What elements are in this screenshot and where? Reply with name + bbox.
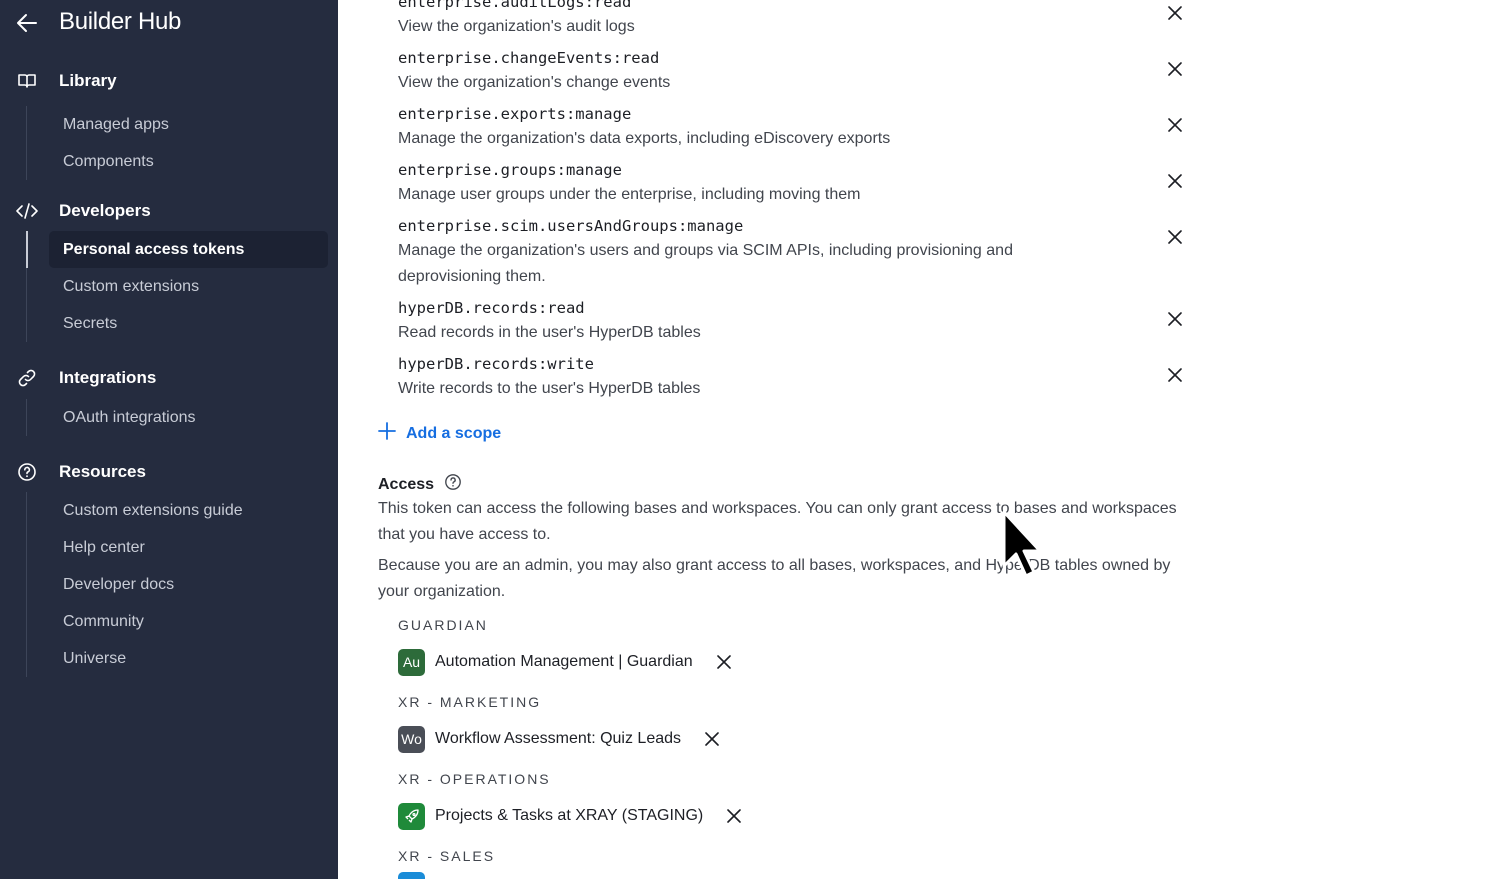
admin-access-note: Because you are an admin, you may also g… [378, 557, 1171, 600]
scope-row: enterprise.scim.usersAndGroups:manage Ma… [398, 214, 1198, 290]
scope-description: Manage the organization's users and grou… [398, 242, 1013, 285]
question-circle-icon[interactable] [444, 473, 462, 496]
sidebar-item-managed-apps[interactable]: Managed apps [27, 106, 338, 143]
scope-row: enterprise.auditLogs:read View the organ… [398, 0, 1198, 40]
base-row: Wo Workflow Assessment: Quiz Leads [398, 725, 721, 753]
scope-row: hyperDB.records:write Write records to t… [398, 352, 1198, 402]
base-name: Projects & Tasks at XRAY (STAGING) [435, 807, 704, 824]
remove-scope-close-icon[interactable] [1165, 309, 1185, 329]
sidebar-item-components[interactable]: Components [27, 143, 338, 180]
base-icon: Wo [398, 725, 425, 753]
workspace-label: XR - SALES [398, 848, 496, 864]
remove-base-close-icon[interactable] [725, 807, 743, 825]
back-arrow-icon[interactable] [14, 10, 40, 36]
scope-row: enterprise.groups:manage Manage user gro… [398, 158, 1198, 208]
main-content: enterprise.auditLogs:read View the organ… [338, 0, 1499, 879]
section-label-library[interactable]: Library [59, 71, 117, 91]
remove-base-close-icon[interactable] [703, 730, 721, 748]
sidebar-item-secrets[interactable]: Secrets [27, 305, 338, 342]
scope-name: hyperDB.records:read [398, 299, 585, 317]
access-heading: Access [378, 473, 462, 496]
scope-row: hyperDB.records:read Read records in the… [398, 296, 1198, 346]
sidebar-item-developer-docs[interactable]: Developer docs [27, 566, 338, 603]
sidebar-item-custom-extensions-guide[interactable]: Custom extensions guide [27, 492, 338, 529]
sidebar-item-oauth-integrations[interactable]: OAuth integrations [27, 399, 338, 436]
sidebar-item-personal-access-tokens[interactable]: Personal access tokens [26, 231, 328, 268]
help-circle-icon [16, 462, 38, 482]
scope-row: enterprise.exports:manage Manage the org… [398, 102, 1198, 152]
remove-scope-close-icon[interactable] [1165, 227, 1185, 247]
add-scope-button[interactable]: Add a scope [378, 422, 501, 445]
remove-scope-close-icon[interactable] [1165, 115, 1185, 135]
sidebar-header: Builder Hub [0, 0, 338, 46]
section-developers: Developers Personal access tokens Custom… [0, 198, 338, 342]
book-icon [16, 71, 38, 91]
workspace-label: XR - MARKETING [398, 694, 542, 710]
section-resources: Resources Custom extensions guide Help c… [0, 459, 338, 677]
remove-scope-close-icon[interactable] [1165, 171, 1185, 191]
sidebar-item-help-center[interactable]: Help center [27, 529, 338, 566]
scope-name: enterprise.auditLogs:read [398, 0, 632, 11]
base-name: Workflow Assessment: Quiz Leads [435, 730, 682, 747]
sidebar-title: Builder Hub [59, 8, 182, 35]
remove-scope-close-icon[interactable] [1165, 3, 1185, 23]
link-icon [16, 368, 38, 388]
section-label-resources[interactable]: Resources [59, 462, 146, 482]
section-library: Library Managed apps Components [0, 68, 338, 180]
base-name: Automation Management | Guardian [435, 653, 693, 670]
section-integrations: Integrations OAuth integrations [0, 365, 338, 436]
sidebar-item-universe[interactable]: Universe [27, 640, 338, 677]
sidebar-item-community[interactable]: Community [27, 603, 338, 640]
scope-name: enterprise.groups:manage [398, 161, 622, 179]
code-icon [16, 201, 38, 221]
rocket-icon [398, 802, 425, 830]
section-label-integrations[interactable]: Integrations [59, 368, 156, 388]
scope-name: hyperDB.records:write [398, 355, 594, 373]
remove-scope-close-icon[interactable] [1165, 365, 1185, 385]
remove-base-close-icon[interactable] [715, 653, 733, 671]
base-icon: Au [398, 648, 425, 676]
scope-name: enterprise.changeEvents:read [398, 49, 660, 67]
scope-description: View the organization's change events [398, 74, 671, 91]
scope-description: Manage user groups under the enterprise,… [398, 186, 861, 203]
scope-description: Manage the organization's data exports, … [398, 130, 891, 147]
sidebar-item-custom-extensions[interactable]: Custom extensions [27, 268, 338, 305]
workspace-label: GUARDIAN [398, 617, 488, 633]
scope-description: Read records in the user's HyperDB table… [398, 324, 701, 341]
sidebar: Builder Hub Library Managed apps Compone… [0, 0, 338, 879]
base-icon [398, 872, 425, 879]
workspace-label: XR - OPERATIONS [398, 771, 551, 787]
base-row: Au Automation Management | Guardian [398, 648, 733, 676]
base-row: Projects & Tasks at XRAY (STAGING) [398, 802, 743, 830]
plus-icon [378, 422, 396, 445]
access-title: Access [378, 475, 435, 493]
scope-name: enterprise.exports:manage [398, 105, 632, 123]
access-description: This token can access the following base… [378, 500, 1177, 543]
scope-name: enterprise.scim.usersAndGroups:manage [398, 217, 744, 235]
scope-description: Write records to the user's HyperDB tabl… [398, 380, 701, 397]
scope-description: View the organization's audit logs [398, 18, 635, 35]
add-scope-label: Add a scope [406, 424, 502, 442]
section-label-developers[interactable]: Developers [59, 201, 151, 221]
remove-scope-close-icon[interactable] [1165, 59, 1185, 79]
scope-row: enterprise.changeEvents:read View the or… [398, 46, 1198, 96]
